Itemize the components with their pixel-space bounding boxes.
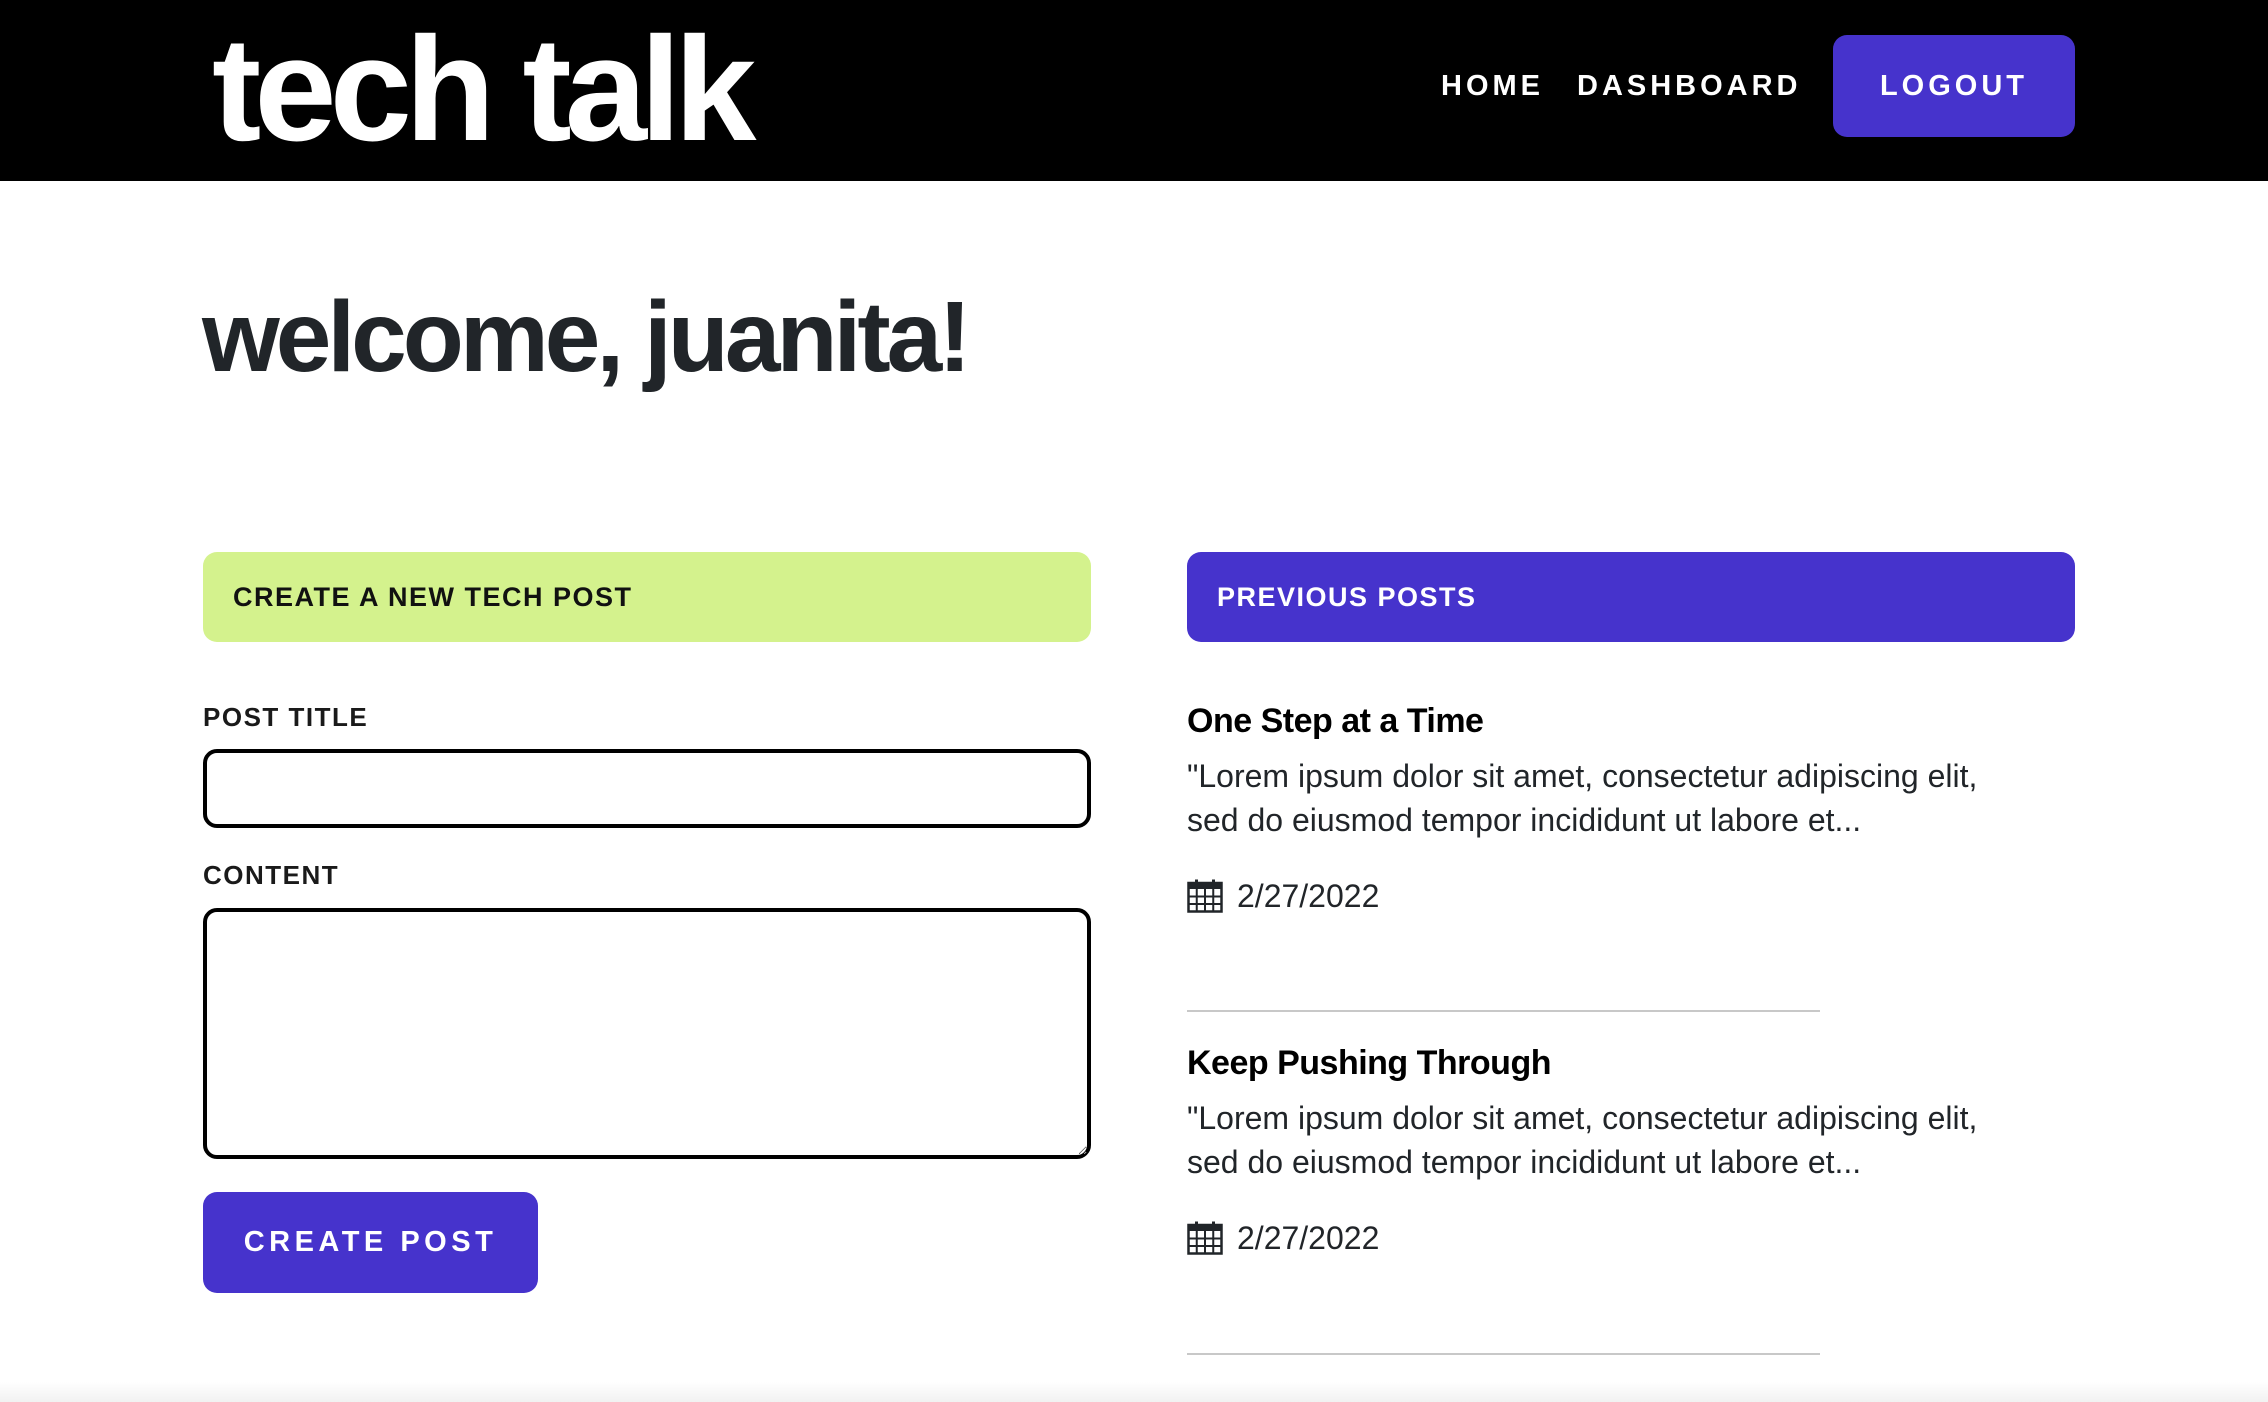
logout-button[interactable]: LOGOUT <box>1833 35 2075 137</box>
calendar-icon <box>1187 1221 1223 1255</box>
post-divider <box>1187 1010 1820 1012</box>
post-title-link[interactable]: One Step at a Time <box>1187 694 1827 748</box>
content-label: CONTENT <box>203 860 340 890</box>
previous-posts-panel-heading: PREVIOUS POSTS <box>1187 552 2075 642</box>
post-excerpt: "Lorem ipsum dolor sit amet, consectetur… <box>1187 1100 1978 1180</box>
nav-dashboard-link[interactable]: DASHBOARD <box>1577 66 1802 106</box>
post-date-row: 2/27/2022 <box>1187 874 1827 918</box>
post-date: 2/27/2022 <box>1237 1219 1380 1256</box>
scroll-shadow <box>0 1382 2268 1402</box>
post-item: Keep Pushing Through "Lorem ipsum dolor … <box>1187 1036 1977 1260</box>
post-item: One Step at a Time "Lorem ipsum dolor si… <box>1187 694 1977 918</box>
page-title: welcome, juanita! <box>202 281 972 393</box>
create-post-panel-heading: CREATE A NEW TECH POST <box>203 552 1091 642</box>
post-date-row: 2/27/2022 <box>1187 1216 1827 1260</box>
create-post-heading-text: CREATE A NEW TECH POST <box>233 581 633 612</box>
top-navbar: tech talk HOME DASHBOARD LOGOUT <box>0 0 2268 181</box>
calendar-icon <box>1187 879 1223 913</box>
create-post-button[interactable]: CREATE POST <box>203 1192 538 1293</box>
nav-home-link[interactable]: HOME <box>1441 66 1544 106</box>
post-title-link[interactable]: Keep Pushing Through <box>1187 1036 1827 1090</box>
post-title-input[interactable] <box>203 749 1091 828</box>
post-divider <box>1187 1353 1820 1355</box>
post-excerpt: "Lorem ipsum dolor sit amet, consectetur… <box>1187 758 1978 838</box>
content-textarea[interactable] <box>203 908 1091 1159</box>
brand-logo[interactable]: tech talk <box>212 10 756 170</box>
previous-posts-heading-text: PREVIOUS POSTS <box>1217 581 1477 612</box>
post-date: 2/27/2022 <box>1237 877 1380 914</box>
post-title-label: POST TITLE <box>203 702 369 732</box>
